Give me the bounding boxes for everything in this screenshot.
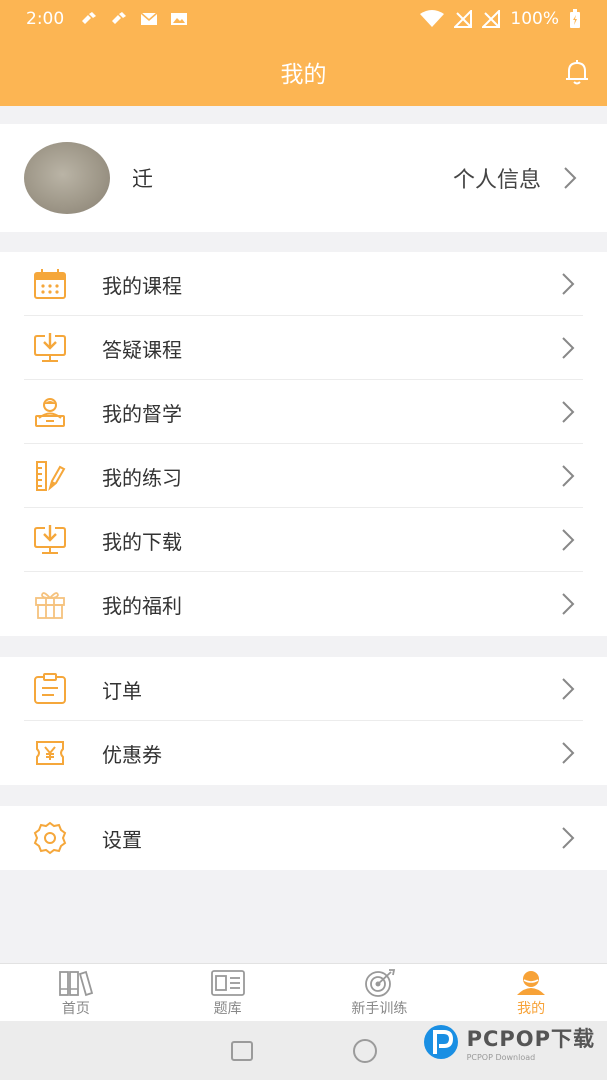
watermark: PCPOP下载 PCPOP Download <box>421 1022 595 1062</box>
chevron-right-icon <box>562 529 575 551</box>
personal-info-label: 个人信息 <box>452 168 541 193</box>
bottom-tab-bar: 首页 题库 新手训练 我的 <box>0 963 607 1021</box>
tab-label: 我的 <box>517 1001 546 1017</box>
menu-item-settings[interactable]: 设置 <box>0 806 607 870</box>
menu-item-my-practice[interactable]: 我的练习 <box>0 444 607 508</box>
tab-label: 题库 <box>213 1001 242 1017</box>
tab-question-bank[interactable]: 题库 <box>152 964 304 1021</box>
menu-item-label: 答疑课程 <box>102 337 182 362</box>
chevron-right-icon <box>562 465 575 487</box>
menu-item-my-courses[interactable]: 我的课程 <box>0 252 607 316</box>
battery-percent: 100% <box>510 9 559 29</box>
recent-apps-button[interactable] <box>230 1040 253 1061</box>
profile-card[interactable]: 迁 个人信息 <box>0 124 607 232</box>
orders-menu: 订单 优惠券 <box>0 657 607 785</box>
title-bar: 我的 <box>0 38 607 106</box>
menu-item-orders[interactable]: 订单 <box>0 657 607 721</box>
settings-menu: 设置 <box>0 806 607 870</box>
menu-item-label: 我的下载 <box>102 529 182 554</box>
books-icon <box>58 970 93 997</box>
wifi-icon <box>420 10 445 27</box>
main-menu: 我的课程 答疑课程 我的督学 我的练习 我的下载 我的福利 <box>0 252 607 636</box>
status-time: 2:00 <box>26 9 65 29</box>
mail-icon <box>140 12 158 25</box>
tab-beginner-training[interactable]: 新手训练 <box>304 964 456 1021</box>
tab-home[interactable]: 首页 <box>0 964 152 1021</box>
personal-info-link[interactable]: 个人信息 <box>453 162 607 194</box>
menu-item-my-downloads[interactable]: 我的下载 <box>0 508 607 572</box>
watermark-text: PCPOP下载 <box>466 1026 595 1051</box>
notification-icon <box>82 12 97 24</box>
user-name: 迁 <box>132 167 153 191</box>
tab-label: 新手训练 <box>351 1001 408 1017</box>
menu-item-label: 优惠券 <box>102 742 162 767</box>
tutor-icon <box>32 394 68 430</box>
menu-item-label: 设置 <box>102 827 142 852</box>
calendar-icon <box>32 266 68 302</box>
gift-icon <box>32 586 68 622</box>
menu-item-label: 我的福利 <box>102 593 182 618</box>
battery-icon <box>570 9 580 28</box>
monitor-download-icon <box>32 330 68 366</box>
home-button[interactable] <box>352 1038 377 1063</box>
menu-item-label: 订单 <box>102 678 142 703</box>
ruler-pencil-icon <box>32 458 68 494</box>
watermark-logo-icon <box>423 1025 458 1059</box>
watermark-subtext: PCPOP Download <box>466 1052 536 1062</box>
notification-icon <box>112 12 127 24</box>
bell-icon[interactable] <box>563 58 591 86</box>
tab-label: 首页 <box>61 1001 90 1017</box>
chevron-right-icon <box>562 337 575 359</box>
menu-item-my-benefits[interactable]: 我的福利 <box>0 572 607 636</box>
tab-mine[interactable]: 我的 <box>455 964 607 1021</box>
chevron-right-icon <box>562 742 575 764</box>
gear-icon <box>32 820 68 856</box>
image-icon <box>171 13 188 25</box>
menu-item-qa-courses[interactable]: 答疑课程 <box>0 316 607 380</box>
coupon-icon <box>32 735 68 771</box>
chevron-right-icon <box>562 593 575 615</box>
menu-item-label: 我的课程 <box>102 273 182 298</box>
chevron-right-icon <box>564 167 577 189</box>
chevron-right-icon <box>562 273 575 295</box>
chevron-right-icon <box>562 827 575 849</box>
signal-off-icon <box>454 10 473 28</box>
target-icon <box>365 969 396 997</box>
chevron-right-icon <box>562 678 575 700</box>
menu-item-label: 我的督学 <box>102 401 182 426</box>
monitor-download-icon <box>32 522 68 558</box>
menu-item-my-supervision[interactable]: 我的督学 <box>0 380 607 444</box>
question-bank-icon <box>210 970 245 996</box>
menu-item-label: 我的练习 <box>102 465 182 490</box>
profile-icon <box>517 971 546 995</box>
page-title: 我的 <box>280 62 327 88</box>
avatar[interactable] <box>24 142 110 214</box>
status-bar: 2:00 100% <box>0 0 607 38</box>
menu-item-coupons[interactable]: 优惠券 <box>0 721 607 785</box>
signal-off-icon <box>482 10 501 28</box>
chevron-right-icon <box>562 401 575 423</box>
clipboard-icon <box>32 671 68 707</box>
